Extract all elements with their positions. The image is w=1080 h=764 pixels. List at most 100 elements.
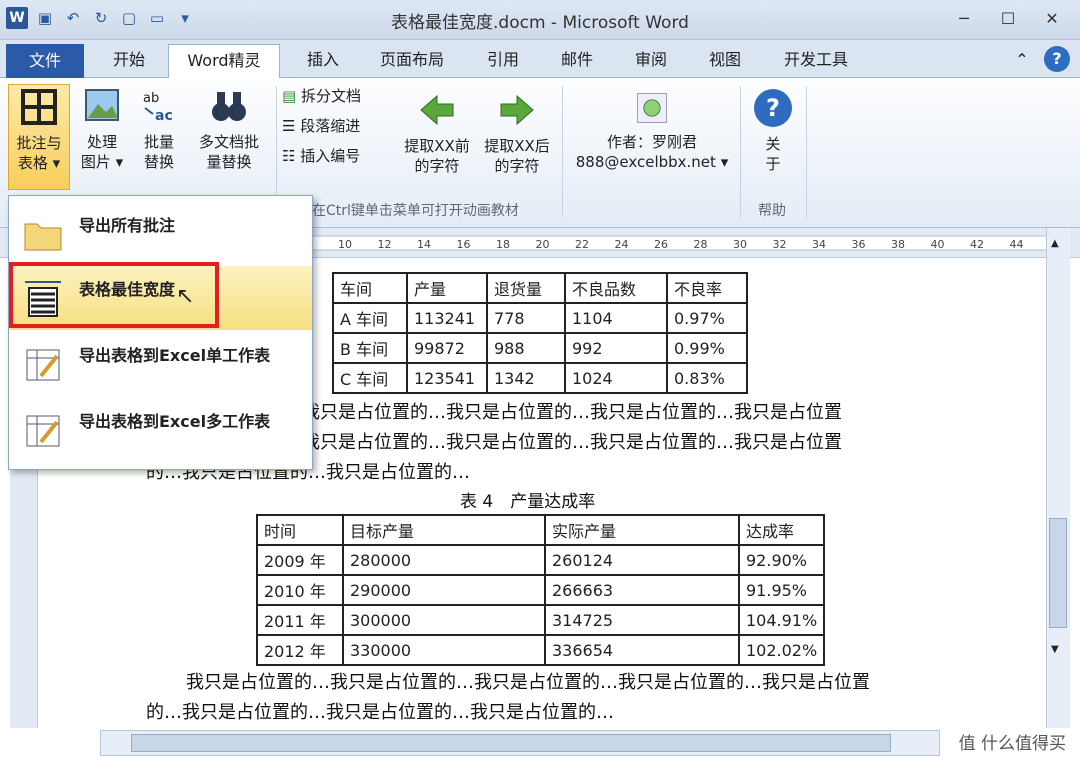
about-button[interactable]: ? 关于 xyxy=(748,86,798,174)
export-sheet-icon xyxy=(26,349,60,381)
author-info[interactable]: 作者：罗刚君 888@excelbbx.net ▾ xyxy=(568,88,736,172)
tab-review[interactable]: 审阅 xyxy=(626,48,676,78)
split-doc-button[interactable]: ▤ 拆分文档 xyxy=(282,86,361,106)
table-cell[interactable]: 时间 xyxy=(256,514,344,546)
table-cell[interactable]: 2012 年 xyxy=(256,634,344,666)
table-cell[interactable]: C 车间 xyxy=(332,362,408,394)
table-cell[interactable]: 113241 xyxy=(406,302,488,334)
process-images-button[interactable]: 处理 图片 ▾ xyxy=(74,84,130,172)
table-cell[interactable]: 1342 xyxy=(486,362,566,394)
collapse-ribbon-icon[interactable]: ⌃ xyxy=(1010,48,1034,78)
table-cell[interactable]: 车间 xyxy=(332,272,408,304)
table-output-rate[interactable]: 时间 目标产量 实际产量 达成率 2009 年 280000 260124 92.90% 201… xyxy=(256,514,826,666)
table-row: 2009 年 280000 260124 92.90% xyxy=(256,544,826,576)
table-cell[interactable]: 266663 xyxy=(544,574,740,606)
close-button[interactable]: ✕ xyxy=(1030,4,1074,32)
menu-item-export-comments[interactable]: 导出所有批注 xyxy=(9,202,312,266)
hscroll-thumb[interactable] xyxy=(131,734,891,752)
insert-numbering-button[interactable]: ☷ 插入编号 xyxy=(282,146,360,166)
table-cell[interactable]: 不良品数 xyxy=(564,272,668,304)
table-cell[interactable]: 102.02% xyxy=(737,634,826,666)
table-cell[interactable]: 104.91% xyxy=(737,604,826,636)
table-cell[interactable]: 992 xyxy=(564,332,668,364)
author-avatar-icon xyxy=(637,93,667,123)
table-row: 2011 年 300000 314725 104.91% xyxy=(256,604,826,636)
table-cell[interactable]: 99872 xyxy=(406,332,488,364)
tab-mailings[interactable]: 邮件 xyxy=(552,48,602,78)
table-cell[interactable]: 退货量 xyxy=(486,272,566,304)
paragraph-line: 的…我只是占位置的…我只是占位置的…我只是占位置的…我只是占位置 xyxy=(266,402,842,423)
table-cell[interactable]: 300000 xyxy=(342,604,546,636)
tab-developer[interactable]: 开发工具 xyxy=(776,48,856,78)
table-cell[interactable]: 2009 年 xyxy=(256,544,344,576)
table-cell[interactable]: 2010 年 xyxy=(256,574,344,606)
maximize-button[interactable]: ☐ xyxy=(986,4,1030,32)
tab-file[interactable]: 文件 xyxy=(6,44,84,78)
table-cell[interactable]: 290000 xyxy=(342,574,546,606)
table-cell[interactable]: 0.97% xyxy=(666,302,748,334)
table-cell[interactable]: 实际产量 xyxy=(544,514,740,546)
folder-icon xyxy=(24,223,62,251)
paragraph-line: 的…我只是占位置的…我只是占位置的…我只是占位置的…我只是占位置 xyxy=(266,432,842,453)
ruler-tick-label: 32 xyxy=(773,238,787,251)
batch-replace-button[interactable]: ab ac 批量 替换 xyxy=(134,84,184,172)
ruler-tick-label: 36 xyxy=(852,238,866,251)
table-cell[interactable]: 0.99% xyxy=(666,332,748,364)
ruler-tick-label: 28 xyxy=(694,238,708,251)
table-cell[interactable]: 2011 年 xyxy=(256,604,344,636)
tab-references[interactable]: 引用 xyxy=(478,48,528,78)
split-doc-icon: ▤ xyxy=(282,87,297,105)
svg-text:ab: ab xyxy=(143,91,159,106)
menu-item-export-multi-sheet[interactable]: 导出表格到Excel多工作表 xyxy=(9,398,312,462)
table-workshop[interactable]: 车间 产量 退货量 不良品数 不良率 A 车间 113241 778 1104 0.97% B 车间… xyxy=(332,272,748,394)
indent-icon: ☰ xyxy=(282,117,296,135)
table-cell[interactable]: 产量 xyxy=(406,272,488,304)
table-cell[interactable]: B 车间 xyxy=(332,332,408,364)
paragraph-indent-button[interactable]: ☰ 段落缩进 xyxy=(282,116,360,136)
table-cell[interactable]: 0.83% xyxy=(666,362,748,394)
table-cell[interactable]: 123541 xyxy=(406,362,488,394)
horizontal-scrollbar[interactable] xyxy=(100,730,940,756)
scroll-up-icon[interactable]: ▲ xyxy=(1051,238,1065,252)
ruler-tick-label: 30 xyxy=(733,238,747,251)
ruler-tick-label: 34 xyxy=(812,238,826,251)
table-cell[interactable]: 1024 xyxy=(564,362,668,394)
tab-insert[interactable]: 插入 xyxy=(298,48,348,78)
table-cell[interactable]: 336654 xyxy=(544,634,740,666)
dropdown-menu: 导出所有批注 表格最佳宽度 导出表格到Excel单工作表 导出表格到Excel多… xyxy=(8,195,313,470)
comments-tables-button[interactable]: 批注与 表格 ▾ xyxy=(8,84,70,190)
table-cell[interactable]: 778 xyxy=(486,302,566,334)
table-cell[interactable]: 260124 xyxy=(544,544,740,576)
help-group-label: 帮助 xyxy=(758,203,786,219)
table-cell[interactable]: 91.95% xyxy=(737,574,826,606)
table-cell[interactable]: 1104 xyxy=(564,302,668,334)
mouse-cursor-icon: ↖ xyxy=(176,284,195,309)
paragraph-line: 的…我只是占位置的…我只是占位置的…我只是占位置的… xyxy=(146,702,614,723)
table-cell[interactable]: A 车间 xyxy=(332,302,408,334)
table-cell[interactable]: 目标产量 xyxy=(342,514,546,546)
tab-view[interactable]: 视图 xyxy=(700,48,750,78)
table-cell[interactable]: 330000 xyxy=(342,634,546,666)
export-multi-sheet-icon xyxy=(26,415,60,447)
extract-before-button[interactable]: 提取XX前 的字符 xyxy=(398,88,476,176)
svg-text:?: ? xyxy=(766,94,780,122)
ruler-tick-label: 10 xyxy=(338,238,352,251)
menu-item-export-single-sheet[interactable]: 导出表格到Excel单工作表 xyxy=(9,332,312,396)
table-cell[interactable]: 92.90% xyxy=(737,544,826,576)
scroll-down-icon[interactable]: ▼ xyxy=(1051,644,1059,655)
table-cell[interactable]: 314725 xyxy=(544,604,740,636)
vertical-scrollbar[interactable]: ▲ ▼ xyxy=(1046,228,1070,728)
tab-word-wizard[interactable]: Word精灵 xyxy=(168,44,280,79)
table-cell[interactable]: 280000 xyxy=(342,544,546,576)
table-cell[interactable]: 988 xyxy=(486,332,566,364)
extract-after-button[interactable]: 提取XX后 的字符 xyxy=(478,88,556,176)
help-icon[interactable]: ? xyxy=(1044,46,1070,72)
multi-doc-replace-button[interactable]: 多文档批 量替换 xyxy=(190,84,268,172)
tab-layout[interactable]: 页面布局 xyxy=(372,48,452,78)
tab-home[interactable]: 开始 xyxy=(104,48,154,78)
scroll-thumb[interactable] xyxy=(1049,518,1067,628)
ruler-tick-label: 38 xyxy=(891,238,905,251)
table-cell[interactable]: 达成率 xyxy=(737,514,826,546)
minimize-button[interactable]: ─ xyxy=(942,4,986,32)
table-cell[interactable]: 不良率 xyxy=(666,272,748,304)
